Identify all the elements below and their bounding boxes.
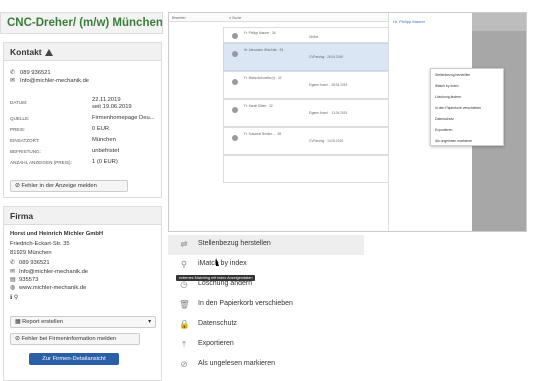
candidate-row[interactable]: [223, 155, 392, 183]
field-value: unbefristet: [92, 148, 120, 154]
warning-icon: [44, 49, 53, 56]
job-title: CNC-Dreher/ (m/w) München: [0, 12, 163, 34]
field-value: Firmenhomepage Deu...: [92, 115, 155, 121]
chevron-down-icon: ▾: [148, 319, 151, 325]
fax-icon: ▤: [10, 277, 16, 283]
globe-icon: ◍: [10, 285, 16, 291]
menu-item[interactable]: Exportieren: [435, 128, 452, 132]
app-nav-label: Bewerber: [172, 16, 186, 20]
eye-off-icon: ⊘: [180, 359, 188, 369]
candidate-source: CVParsing · 14.05.2019: [309, 139, 344, 143]
field-value: München: [92, 137, 116, 143]
app-search[interactable]: ⚲ Suche: [229, 16, 241, 20]
field-value: 22.11.2019: [92, 97, 121, 103]
candidate-source: Eigene Anzei. · 28.04.2019: [309, 83, 348, 87]
context-menu: ⇌ Stellenbezug herstellen ⚲ iMatch by inde…: [168, 235, 364, 381]
field-label: DATUM:: [10, 100, 28, 105]
candidate-name: Fr. Philipp Maurer · 34: [244, 31, 276, 35]
report-select[interactable]: ▦ Report erstellen ▾: [10, 316, 156, 328]
avatar: [232, 135, 238, 141]
menu-item[interactable]: Löschung ändern: [435, 95, 461, 99]
firm-error-button[interactable]: ⊘ Fehler bei Firmeninformation melden: [10, 333, 140, 345]
job-detail-panel: CNC-Dreher/ (m/w) München Kontakt ✆ 089 …: [0, 0, 163, 381]
menu-item-exportieren[interactable]: ⤒ Exportieren: [168, 335, 364, 355]
candidate-name: Fr. Sarah Ditten · 32: [244, 104, 273, 108]
menu-item[interactable]: Als ungelesen markieren: [435, 139, 472, 143]
avatar: [232, 51, 238, 57]
company-fax: 935573: [19, 277, 39, 283]
field-value: 0 EUR: [92, 126, 110, 132]
field-label: EINSATZORT:: [10, 138, 40, 143]
candidate-row[interactable]: [223, 27, 392, 43]
screenshot-root: CNC-Dreher/ (m/w) München Kontakt ✆ 089 …: [0, 0, 535, 381]
menu-item-papierkorb[interactable]: 🗑 In den Papierkorb verschieben: [168, 295, 364, 315]
report-ad-error-button[interactable]: ⊘ Fehler in der Anzeige melden: [10, 180, 128, 192]
firma-card: Firma Horst und Heinrich Michler GmbH Fr…: [3, 206, 162, 381]
candidate-status: Online: [309, 35, 319, 39]
upload-icon: ⤒: [182, 339, 186, 349]
candidate-source: CVParsing · 28.04.2019: [309, 55, 344, 59]
company-email[interactable]: Info@michler-mechanik.de: [19, 269, 88, 275]
menu-item[interactable]: Datenschutz: [435, 117, 454, 121]
link-icon: ⇌: [180, 239, 188, 249]
kontakt-phone[interactable]: 089 936521: [20, 70, 51, 76]
field-label: ANZAHL ANZEIGEN (PREIS):: [10, 160, 72, 165]
menu-item-imatch[interactable]: ⚲ iMatch by index: [168, 255, 364, 275]
menu-item-stellenbezug[interactable]: ⇌ Stellenbezug herstellen: [168, 235, 364, 255]
avatar: [232, 79, 238, 85]
phone-icon: ✆: [10, 70, 15, 76]
menu-item-ungelesen[interactable]: ⊘ Als ungelesen markieren: [168, 355, 364, 375]
firm-details-button[interactable]: Zur Firmen-Detailansicht: [29, 353, 119, 365]
company-name: Horst und Heinrich Michler GmbH: [10, 231, 104, 237]
crm-app-window: Bewerber ⚲ Suche Fr. Philipp Maurer · 34…: [168, 12, 527, 232]
company-icons-row[interactable]: ℹ ⚲: [10, 295, 18, 301]
field-label: BEFRISTUNG:: [10, 149, 41, 154]
kontakt-email[interactable]: Info@michler-mechanik.de: [20, 78, 89, 84]
company-phone[interactable]: 089 936521: [19, 260, 50, 266]
email-icon: ✉: [10, 269, 15, 275]
menu-item-datenschutz[interactable]: 🔒 Datenschutz: [168, 315, 364, 335]
candidate-source: Eigene Anzei. · 13.04.2019: [309, 111, 348, 115]
phone-icon: ✆: [10, 260, 15, 266]
trash-icon: 🗑: [179, 299, 190, 309]
tooltip: externes Matching mit index Anzeigendate…: [176, 275, 256, 281]
avatar: [232, 33, 238, 39]
field-value: 1 (0 EUR): [92, 159, 118, 165]
context-menu-small: Stellenbezug herstellen iMatch by Index …: [430, 68, 504, 146]
candidate-name: Fr. Maria Antonella (v) · 42: [244, 76, 282, 80]
lock-icon: 🔒: [179, 319, 190, 329]
mouse-cursor-icon: [216, 258, 219, 266]
field-value: seit 19.06.2019: [92, 104, 132, 110]
candidate-name: Hr. Alexander Wischnik · 34: [244, 48, 284, 52]
kontakt-header: Kontakt: [4, 43, 161, 61]
company-street: Friedrich-Eckart-Str. 35: [10, 241, 70, 247]
company-city: 81929 München: [10, 250, 52, 256]
email-icon: ✉: [10, 78, 15, 84]
field-label: QUELLE:: [10, 116, 30, 121]
firma-header: Firma: [4, 207, 161, 225]
candidate-name: Fr. Susanne Brinkm... · 38: [244, 132, 282, 136]
field-label: PREIS:: [10, 127, 26, 132]
avatar: [232, 107, 238, 113]
company-web[interactable]: www.michler-mechanik.de: [19, 285, 86, 291]
search-icon: ⚲: [180, 259, 188, 269]
menu-item[interactable]: In den Papierkorb verschieben: [435, 106, 481, 110]
menu-item[interactable]: iMatch by Index: [435, 84, 459, 88]
menu-item[interactable]: Stellenbezug herstellen: [435, 73, 470, 77]
profile-name: Hr. Philipp Maurer: [393, 19, 426, 24]
kontakt-card: Kontakt ✆ 089 936521 ✉ Info@michler-mech…: [3, 42, 162, 198]
